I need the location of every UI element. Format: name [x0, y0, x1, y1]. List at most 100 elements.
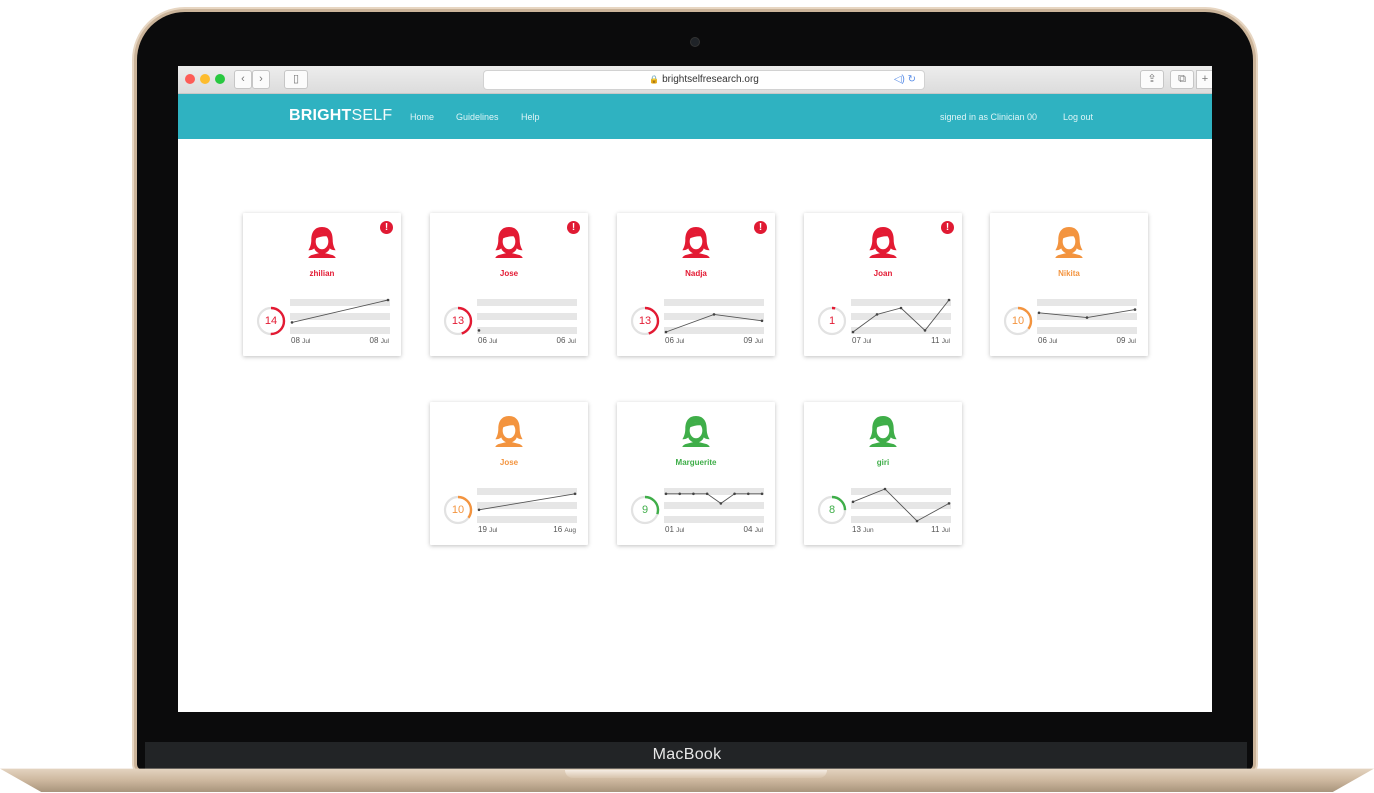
- patient-avatar-icon: [682, 226, 710, 259]
- score-value: 10: [451, 504, 465, 516]
- band: [664, 502, 764, 509]
- date-month: Jul: [567, 338, 576, 345]
- trend-point: [947, 502, 951, 505]
- patient-card[interactable]: ! Jose 13 06 Jul 06 Jul: [430, 213, 588, 356]
- date-day: 06: [1038, 336, 1047, 345]
- back-arrow-icon[interactable]: ‹: [234, 70, 252, 89]
- patient-card[interactable]: ! Joan 1 07 Jul 11 Jul: [804, 213, 962, 356]
- score-value: 14: [264, 315, 278, 327]
- patient-card[interactable]: Nikita 10 06 Jul 09 Jul: [990, 213, 1148, 356]
- trend-point: [573, 492, 577, 496]
- nav-help-link[interactable]: Help: [521, 112, 540, 122]
- end-date: 11 Jul: [931, 336, 950, 345]
- trend-sparkline: [664, 299, 764, 334]
- forward-arrow-icon[interactable]: ›: [252, 70, 270, 89]
- trend-point: [851, 330, 855, 334]
- trend-sparkline: [477, 299, 577, 334]
- patient-name: Nadja: [685, 269, 707, 278]
- trend-sparkline: [851, 298, 951, 334]
- date-month: Jul: [489, 527, 498, 534]
- patient-name: Jose: [499, 458, 519, 467]
- patient-card[interactable]: ! zhilian 14 08 Jul 08 Jul: [243, 213, 401, 356]
- browser-window: ‹ › ▯ 🔒 brightselfresearch.org ◁) ↻ ⇪ ⧉ +…: [178, 66, 1212, 712]
- alert-icon: !: [941, 221, 954, 234]
- trend-point: [664, 330, 668, 334]
- date-day: 16: [553, 525, 563, 534]
- trend-point: [719, 502, 723, 505]
- score-value: 9: [641, 504, 649, 516]
- reload-icon[interactable]: ◁) ↻: [894, 71, 916, 89]
- score-value: 1: [828, 315, 836, 327]
- date-month: Jul: [676, 338, 685, 345]
- end-date: 06 Jul: [557, 336, 576, 345]
- trend-point: [875, 313, 879, 316]
- patient-name: Nikita: [1058, 269, 1080, 278]
- patient-name: giri: [876, 458, 890, 467]
- date-day: 09: [1116, 336, 1126, 345]
- url-text: brightselfresearch.org: [662, 74, 759, 85]
- end-date: 08 Jul: [370, 336, 389, 345]
- trend-point: [477, 508, 481, 512]
- patient-card[interactable]: giri 8 13 Jun 11 Jul: [804, 402, 962, 545]
- band: [1037, 299, 1137, 306]
- date-month: Jun: [863, 527, 874, 534]
- start-date: 06 Jul: [478, 336, 497, 345]
- date-month: Jul: [1049, 338, 1058, 345]
- date-month: Jul: [754, 527, 763, 534]
- trend-point: [712, 313, 716, 316]
- band: [851, 327, 951, 334]
- device-brand-label: MacBook: [652, 746, 722, 763]
- share-icon[interactable]: ⇪: [1140, 70, 1164, 89]
- zoom-window-button[interactable]: [215, 74, 225, 84]
- laptop-notch: [565, 770, 827, 778]
- band: [477, 299, 577, 306]
- band: [290, 299, 390, 306]
- tabs-icon[interactable]: ⧉: [1170, 70, 1194, 89]
- date-day: 04: [743, 525, 753, 534]
- trend-sparkline: [664, 488, 764, 523]
- minimize-window-button[interactable]: [200, 74, 210, 84]
- trend-point: [733, 492, 736, 496]
- start-date: 06 Jul: [1038, 336, 1057, 345]
- browser-toolbar: ‹ › ▯ 🔒 brightselfresearch.org ◁) ↻ ⇪ ⧉ +: [178, 66, 1212, 94]
- patient-avatar-icon: [869, 415, 897, 448]
- close-window-button[interactable]: [185, 74, 195, 84]
- date-day: 11: [931, 525, 940, 534]
- logout-link[interactable]: Log out: [1063, 112, 1093, 122]
- sidebar-icon[interactable]: ▯: [284, 70, 308, 89]
- trend-point: [386, 298, 390, 302]
- patient-avatar-icon: [869, 226, 897, 259]
- signed-in-label: signed in as Clinician 00: [940, 112, 1038, 122]
- trend-point: [1085, 316, 1089, 319]
- patient-card[interactable]: Marguerite 9 01 Jul 04 Jul: [617, 402, 775, 545]
- end-date: 09 Jul: [744, 336, 763, 345]
- date-month: Jul: [1127, 338, 1136, 345]
- date-month: Jul: [754, 338, 763, 345]
- patient-card[interactable]: Jose 10 19 Jul 16 Aug: [430, 402, 588, 545]
- band: [851, 516, 951, 523]
- start-date: 06 Jul: [665, 336, 684, 345]
- date-month: Aug: [564, 527, 576, 534]
- new-tab-icon[interactable]: +: [1196, 70, 1212, 89]
- score-value: 13: [638, 315, 652, 327]
- date-day: 06: [478, 336, 487, 345]
- patient-name: Jose: [499, 269, 519, 278]
- date-day: 11: [931, 336, 940, 345]
- patient-card[interactable]: ! Nadja 13 06 Jul 09 Jul: [617, 213, 775, 356]
- logo-bold-text: BRIGHT: [289, 107, 352, 124]
- trend-point: [705, 492, 709, 496]
- app-logo[interactable]: BRIGHTSELF: [289, 107, 392, 125]
- date-day: 09: [743, 336, 753, 345]
- date-day: 13: [852, 525, 861, 534]
- patient-avatar-icon: [1055, 226, 1083, 259]
- address-bar[interactable]: 🔒 brightselfresearch.org ◁) ↻: [483, 70, 925, 90]
- band: [664, 327, 764, 334]
- end-date: 09 Jul: [1117, 336, 1136, 345]
- date-month: Jul: [489, 338, 498, 345]
- patient-name: Joan: [873, 269, 893, 278]
- trend-point: [851, 500, 855, 504]
- start-date: 01 Jul: [665, 525, 684, 534]
- date-day: 07: [852, 336, 861, 345]
- nav-home-link[interactable]: Home: [410, 112, 434, 122]
- nav-guidelines-link[interactable]: Guidelines: [456, 112, 499, 122]
